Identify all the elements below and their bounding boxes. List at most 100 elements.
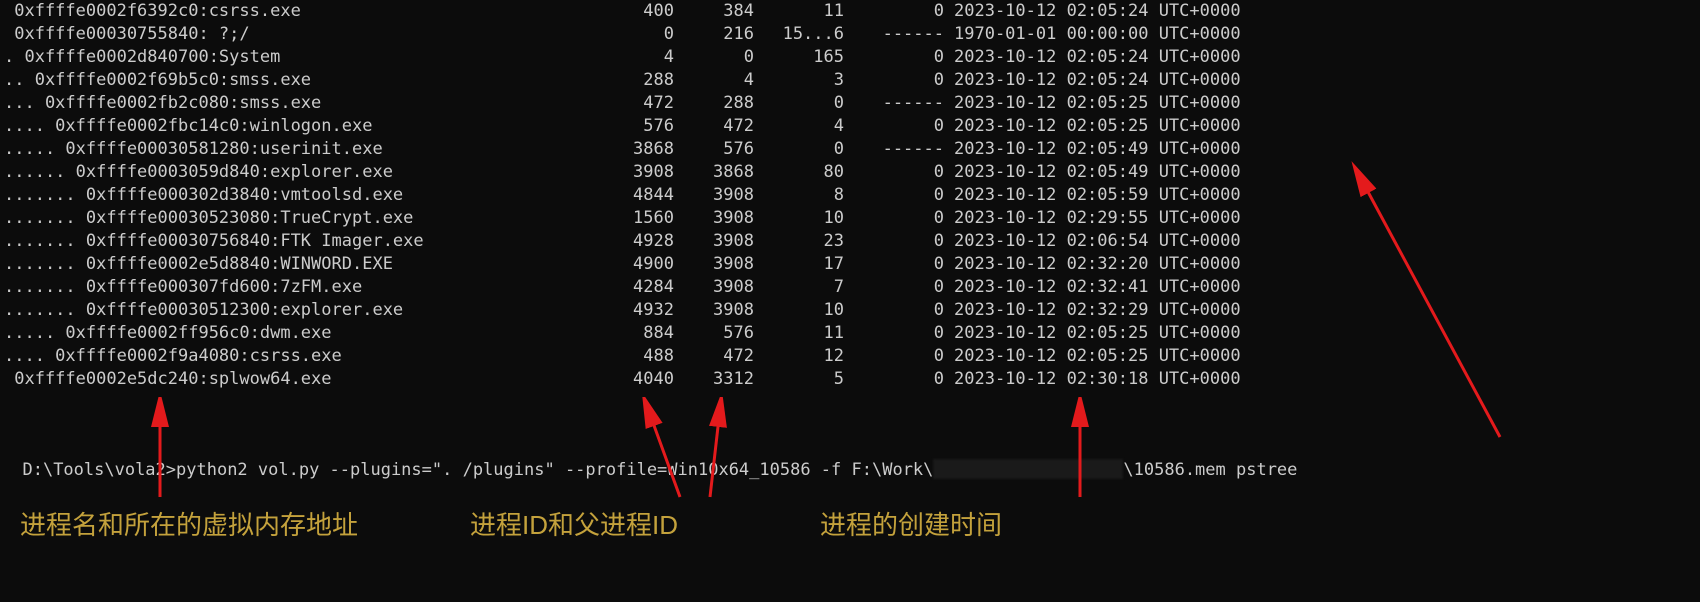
col-time: 2023-10-12 02:05:49 UTC+0000 [944,161,1274,184]
process-tree: 0xffffe00030755840: ?;/ [0,23,574,46]
col-ppid: 288 [674,92,754,115]
col-ppid: 3908 [674,276,754,299]
col-thr: 80 [754,161,844,184]
annotation-time: 进程的创建时间 [820,505,1002,542]
col-hnd: 0 [844,230,944,253]
col-time: 2023-10-12 02:29:55 UTC+0000 [944,207,1274,230]
col-pid: 4284 [574,276,674,299]
process-tree: . 0xffffe0002d840700:System [0,46,574,69]
col-ppid: 3908 [674,299,754,322]
col-hnd: ------ [844,23,944,46]
col-pid: 4040 [574,368,674,391]
process-row: . 0xffffe0002d840700:System4016502023-10… [0,46,1700,69]
col-time: 2023-10-12 02:32:41 UTC+0000 [944,276,1274,299]
col-ppid: 3312 [674,368,754,391]
col-ppid: 576 [674,138,754,161]
col-ppid: 0 [674,46,754,69]
process-row: ....... 0xffffe00030512300:explorer.exe4… [0,299,1700,322]
col-thr: 11 [754,322,844,345]
col-hnd: 0 [844,368,944,391]
col-pid: 1560 [574,207,674,230]
process-row: ...... 0xffffe0003059d840:explorer.exe39… [0,161,1700,184]
col-thr: 17 [754,253,844,276]
col-pid: 0 [574,23,674,46]
col-thr: 0 [754,92,844,115]
col-ppid: 3908 [674,230,754,253]
col-pid: 472 [574,92,674,115]
process-row: ....... 0xffffe00030523080:TrueCrypt.exe… [0,207,1700,230]
process-row: 0xffffe0002f6392c0:csrss.exe400384110202… [0,0,1700,23]
process-tree: .... 0xffffe0002f9a4080:csrss.exe [0,345,574,368]
col-thr: 12 [754,345,844,368]
process-tree: .... 0xffffe0002fbc14c0:winlogon.exe [0,115,574,138]
process-row: ....... 0xffffe00030756840:FTK Imager.ex… [0,230,1700,253]
col-time: 1970-01-01 00:00:00 UTC+0000 [944,23,1274,46]
process-tree: ....... 0xffffe00030756840:FTK Imager.ex… [0,230,574,253]
col-thr: 8 [754,184,844,207]
process-row: .... 0xffffe0002fbc14c0:winlogon.exe5764… [0,115,1700,138]
col-thr: 10 [754,207,844,230]
process-tree: ....... 0xffffe0002e5d8840:WINWORD.EXE [0,253,574,276]
process-row: ....... 0xffffe000302d3840:vmtoolsd.exe4… [0,184,1700,207]
col-time: 2023-10-12 02:05:25 UTC+0000 [944,92,1274,115]
col-hnd: ------ [844,138,944,161]
process-tree: 0xffffe0002f6392c0:csrss.exe [0,0,574,23]
process-row: ....... 0xffffe000307fd600:7zFM.exe42843… [0,276,1700,299]
col-thr: 7 [754,276,844,299]
process-tree: ...... 0xffffe0003059d840:explorer.exe [0,161,574,184]
col-hnd: 0 [844,253,944,276]
col-hnd: 0 [844,46,944,69]
col-time: 2023-10-12 02:32:29 UTC+0000 [944,299,1274,322]
command-line[interactable]: D:\Tools\vola2>python2 vol.py --plugins=… [0,439,1297,480]
process-row: 0xffffe00030755840: ?;/021615...6------1… [0,23,1700,46]
col-ppid: 3908 [674,184,754,207]
col-thr: 4 [754,115,844,138]
col-pid: 4900 [574,253,674,276]
col-pid: 400 [574,0,674,23]
col-ppid: 384 [674,0,754,23]
process-row: ....... 0xffffe0002e5d8840:WINWORD.EXE49… [0,253,1700,276]
annotation-pid: 进程ID和父进程ID [470,505,678,542]
col-pid: 3908 [574,161,674,184]
col-thr: 11 [754,0,844,23]
col-time: 2023-10-12 02:06:54 UTC+0000 [944,230,1274,253]
annotation-process-name: 进程名和所在的虚拟内存地址 [20,505,358,542]
col-time: 2023-10-12 02:05:25 UTC+0000 [944,322,1274,345]
process-tree: ....... 0xffffe00030523080:TrueCrypt.exe [0,207,574,230]
col-time: 2023-10-12 02:05:25 UTC+0000 [944,115,1274,138]
process-tree: ..... 0xffffe0002ff956c0:dwm.exe [0,322,574,345]
col-ppid: 472 [674,115,754,138]
command-text-a: python2 vol.py --plugins=". /plugins" --… [176,460,933,480]
col-hnd: 0 [844,161,944,184]
col-pid: 576 [574,115,674,138]
col-hnd: ------ [844,92,944,115]
col-hnd: 0 [844,115,944,138]
col-hnd: 0 [844,184,944,207]
prompt-text: D:\Tools\vola2> [22,460,176,480]
col-time: 2023-10-12 02:05:24 UTC+0000 [944,69,1274,92]
col-time: 2023-10-12 02:05:49 UTC+0000 [944,138,1274,161]
col-thr: 23 [754,230,844,253]
col-thr: 5 [754,368,844,391]
process-tree: ....... 0xffffe00030512300:explorer.exe [0,299,574,322]
col-hnd: 0 [844,0,944,23]
col-thr: 0 [754,138,844,161]
col-ppid: 216 [674,23,754,46]
process-row: 0xffffe0002e5dc240:splwow64.exe404033125… [0,368,1700,391]
redacted-path [933,459,1123,479]
col-time: 2023-10-12 02:30:18 UTC+0000 [944,368,1274,391]
col-ppid: 4 [674,69,754,92]
col-thr: 15...6 [754,23,844,46]
col-ppid: 3908 [674,253,754,276]
col-pid: 4844 [574,184,674,207]
col-ppid: 472 [674,345,754,368]
process-row: ..... 0xffffe00030581280:userinit.exe386… [0,138,1700,161]
process-tree: 0xffffe0002e5dc240:splwow64.exe [0,368,574,391]
col-hnd: 0 [844,299,944,322]
col-pid: 4 [574,46,674,69]
col-pid: 3868 [574,138,674,161]
col-pid: 4932 [574,299,674,322]
process-tree: ... 0xffffe0002fb2c080:smss.exe [0,92,574,115]
col-ppid: 3868 [674,161,754,184]
process-tree: .. 0xffffe0002f69b5c0:smss.exe [0,69,574,92]
